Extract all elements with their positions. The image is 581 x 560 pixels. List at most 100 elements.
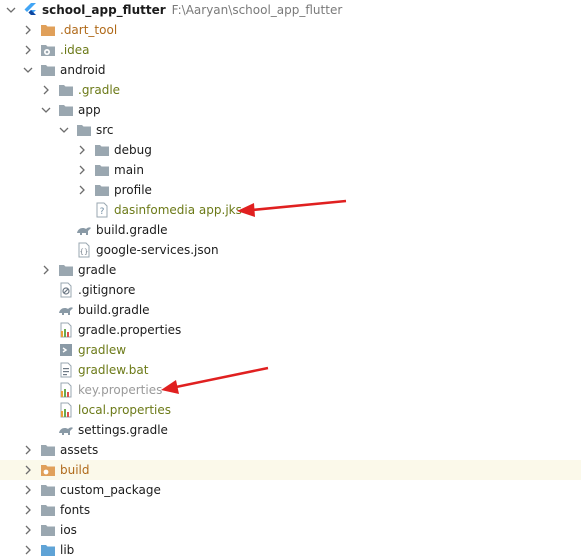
tree-item-label: key.properties <box>78 383 163 397</box>
tree-item-label: debug <box>114 143 152 157</box>
tree-item-label: build.gradle <box>78 303 150 317</box>
chevron-right-icon[interactable] <box>22 520 34 540</box>
chevron-right-icon[interactable] <box>76 160 88 180</box>
tree-row[interactable]: .dart_tool <box>0 20 581 40</box>
json-file-icon: {} <box>76 242 92 258</box>
folder-icon <box>76 122 92 138</box>
folder-config-icon <box>40 42 56 58</box>
project-path: F:\Aaryan\school_app_flutter <box>171 3 343 17</box>
tree-item-label: src <box>96 123 114 137</box>
tree-row[interactable]: build <box>0 460 581 480</box>
folder-excluded-icon <box>40 22 56 38</box>
properties-file-icon <box>58 382 74 398</box>
tree-item-label: .gitignore <box>78 283 136 297</box>
chevron-right-icon[interactable] <box>22 460 34 480</box>
folder-source-icon <box>40 542 56 558</box>
chevron-right-icon[interactable] <box>22 500 34 520</box>
tree-row[interactable]: android <box>0 60 581 80</box>
tree-row[interactable]: gradlew <box>0 340 581 360</box>
tree-row[interactable]: gradlew.bat <box>0 360 581 380</box>
chevron-right-icon[interactable] <box>40 80 52 100</box>
tree-item-label: custom_package <box>60 483 161 497</box>
tree-item-label: assets <box>60 443 99 457</box>
tree-item-label: gradle <box>78 263 117 277</box>
properties-file-icon <box>58 322 74 338</box>
tree-item-label: dasinfomedia app.jks <box>114 203 242 217</box>
tree-row[interactable]: settings.gradle <box>0 420 581 440</box>
tree-item-label: app <box>78 103 101 117</box>
tree-row[interactable]: lib <box>0 540 581 560</box>
tree-item-label: settings.gradle <box>78 423 168 437</box>
tree-item-label: fonts <box>60 503 91 517</box>
tree-item-label: build.gradle <box>96 223 168 237</box>
folder-icon <box>58 82 74 98</box>
chevron-right-icon[interactable] <box>22 40 34 60</box>
chevron-down-icon[interactable] <box>22 60 34 80</box>
chevron-right-icon[interactable] <box>76 180 88 200</box>
svg-text:?: ? <box>100 207 105 217</box>
chevron-down-icon[interactable] <box>40 100 52 120</box>
chevron-right-icon[interactable] <box>76 140 88 160</box>
folder-icon <box>94 162 110 178</box>
tree-row[interactable]: .gradle <box>0 80 581 100</box>
folder-icon <box>40 502 56 518</box>
tree-row[interactable]: app <box>0 100 581 120</box>
tree-row[interactable]: main <box>0 160 581 180</box>
tree-item-label: gradlew <box>78 343 127 357</box>
folder-icon <box>94 182 110 198</box>
tree-item-label: android <box>60 63 106 77</box>
tree-item-label: profile <box>114 183 152 197</box>
tree-row-project-root[interactable]: school_app_flutter F:\Aaryan\school_app_f… <box>0 0 581 20</box>
bat-file-icon <box>58 362 74 378</box>
tree-item-label: .dart_tool <box>60 23 118 37</box>
chevron-right-icon[interactable] <box>22 440 34 460</box>
properties-file-icon <box>58 402 74 418</box>
tree-row[interactable]: .gitignore <box>0 280 581 300</box>
chevron-down-icon[interactable] <box>58 120 70 140</box>
gitignore-icon <box>58 282 74 298</box>
chevron-right-icon[interactable] <box>40 260 52 280</box>
tree-row[interactable]: build.gradle <box>0 220 581 240</box>
tree-row[interactable]: debug <box>0 140 581 160</box>
gradle-icon <box>76 222 92 238</box>
tree-row[interactable]: assets <box>0 440 581 460</box>
tree-row[interactable]: gradle <box>0 260 581 280</box>
tree-row[interactable]: .idea <box>0 40 581 60</box>
tree-row[interactable]: profile <box>0 180 581 200</box>
tree-item-label: lib <box>60 543 75 557</box>
tree-row[interactable]: local.properties <box>0 400 581 420</box>
tree-item-label: build <box>60 463 90 477</box>
folder-icon <box>40 482 56 498</box>
tree-row[interactable]: build.gradle <box>0 300 581 320</box>
flutter-logo-icon <box>22 2 38 18</box>
tree-item-label: gradlew.bat <box>78 363 149 377</box>
tree-item-label: .gradle <box>78 83 121 97</box>
gradle-icon <box>58 302 74 318</box>
chevron-down-icon[interactable] <box>5 0 17 20</box>
project-name: school_app_flutter F:\Aaryan\school_app_f… <box>42 3 343 17</box>
folder-icon <box>40 522 56 538</box>
tree-row[interactable]: custom_package <box>0 480 581 500</box>
svg-text:{}: {} <box>80 248 89 256</box>
tree-row[interactable]: key.properties <box>0 380 581 400</box>
tree-item-label: main <box>114 163 144 177</box>
unknown-file-icon: ? <box>94 202 110 218</box>
tree-row[interactable]: gradle.properties <box>0 320 581 340</box>
chevron-right-icon[interactable] <box>22 20 34 40</box>
tree-item-label: local.properties <box>78 403 172 417</box>
tree-row[interactable]: ios <box>0 520 581 540</box>
folder-excluded-icon <box>40 462 56 478</box>
folder-icon <box>94 142 110 158</box>
tree-row[interactable]: {} google-services.json <box>0 240 581 260</box>
gradle-icon <box>58 422 74 438</box>
chevron-right-icon[interactable] <box>22 480 34 500</box>
tree-row[interactable]: fonts <box>0 500 581 520</box>
folder-icon <box>58 262 74 278</box>
tree-row[interactable]: src <box>0 120 581 140</box>
tree-item-label: google-services.json <box>96 243 219 257</box>
folder-icon <box>40 442 56 458</box>
tree-item-label: ios <box>60 523 77 537</box>
tree-row[interactable]: ? dasinfomedia app.jks <box>0 200 581 220</box>
folder-icon <box>40 62 56 78</box>
chevron-right-icon[interactable] <box>22 540 34 560</box>
